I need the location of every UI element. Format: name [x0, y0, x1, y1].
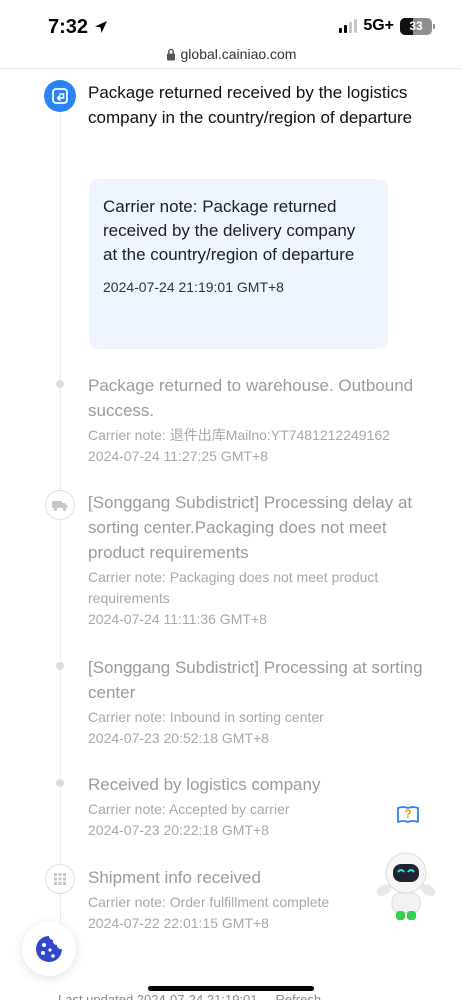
return-icon [44, 80, 76, 112]
event-note: Carrier note: 退件出库Mailno:YT7481212249162 [88, 427, 390, 443]
timeline-dot [56, 779, 64, 787]
signal-icon [339, 19, 358, 33]
event-time: 2024-07-24 11:27:25 GMT+8 [88, 448, 268, 464]
url-divider [0, 68, 462, 69]
carrier-note-time: 2024-07-24 21:19:01 GMT+8 [103, 279, 284, 295]
help-button[interactable]: ? [378, 795, 438, 835]
svg-text:?: ? [404, 807, 411, 821]
event-note: Carrier note: Inbound in sorting center [88, 709, 324, 725]
event-note: Carrier note: Packaging does not meet pr… [88, 569, 379, 606]
status-bar: 7:32 5G+ 33 [0, 0, 462, 44]
carrier-note-box: Carrier note: Package returned received … [89, 179, 388, 349]
event-time: 2024-07-23 20:22:18 GMT+8 [88, 822, 269, 838]
question-book-icon: ? [397, 806, 419, 823]
last-updated-text: Last updated 2024-07-24 21:19:01 ... Ref… [58, 992, 322, 1000]
event-title: [Songgang Subdistrict] Processing delay … [88, 493, 413, 562]
event-active-title: Package returned received by the logisti… [88, 83, 413, 127]
url-domain: global.cainiao.com [180, 46, 297, 62]
event-title: Package returned to warehouse. Outbound … [88, 376, 414, 420]
timeline-event: Received by logistics company Carrier no… [88, 772, 428, 841]
timeline-event: [Songgang Subdistrict] Processing delay … [88, 490, 428, 630]
event-title: Received by logistics company [88, 775, 321, 794]
timeline-event: Package returned to warehouse. Outbound … [88, 373, 428, 467]
timeline-event: [Songgang Subdistrict] Processing at sor… [88, 655, 428, 749]
battery-icon: 33 [400, 17, 435, 35]
network-label: 5G+ [363, 17, 394, 34]
event-note: Carrier note: Accepted by carrier [88, 801, 290, 817]
robot-assistant-icon[interactable] [366, 845, 446, 925]
url-bar[interactable]: global.cainiao.com [0, 42, 462, 66]
event-active: Package returned received by the logisti… [88, 80, 428, 130]
truck-icon [45, 490, 75, 520]
battery-level: 33 [409, 19, 423, 33]
event-title: [Songgang Subdistrict] Processing at sor… [88, 658, 423, 702]
timeline-dot [56, 662, 64, 670]
event-time: 2024-07-24 11:11:36 GMT+8 [88, 611, 267, 627]
status-time: 7:32 [48, 16, 89, 38]
cookie-icon [36, 936, 62, 962]
timeline-dot [56, 380, 64, 388]
carrier-note-text: Carrier note: Package returned received … [103, 197, 356, 264]
grid-icon [45, 864, 75, 894]
home-indicator [148, 986, 314, 991]
event-time: 2024-07-23 20:52:18 GMT+8 [88, 730, 269, 746]
location-arrow-icon [95, 21, 107, 33]
cookie-button[interactable] [22, 922, 76, 976]
lock-icon [166, 48, 175, 60]
